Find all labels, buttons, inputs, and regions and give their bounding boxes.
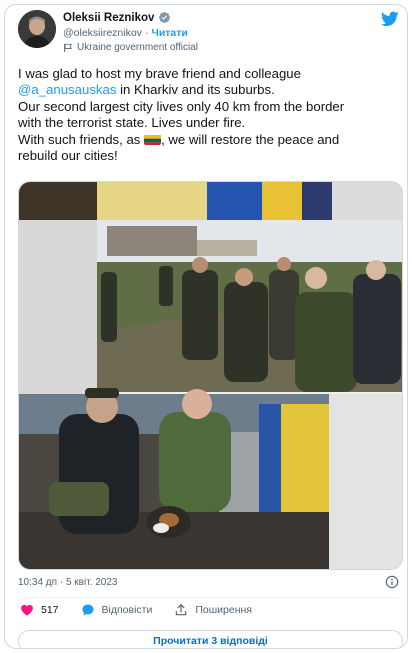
author-avatar[interactable]	[18, 10, 56, 48]
reply-label: Відповісти	[101, 604, 153, 616]
lithuania-flag-icon	[144, 134, 162, 145]
government-flag-icon	[64, 43, 73, 52]
tweet-line: With such friends, as , we will restore …	[18, 131, 340, 147]
action-bar: 517 Відповісти Поширення	[20, 603, 274, 617]
tweet-line: I was glad to host my brave friend and c…	[18, 66, 301, 81]
affiliation-label: Ukraine government official	[77, 42, 198, 53]
tweet-photo[interactable]	[18, 181, 403, 570]
like-button[interactable]: 517	[20, 603, 59, 617]
share-button[interactable]: Поширення	[174, 603, 252, 617]
reply-button[interactable]: Відповісти	[81, 603, 153, 617]
tweet-line: @a_anusauskas in Kharkiv and its suburbs…	[18, 82, 275, 98]
author-display-name[interactable]: Oleksii Reznikov	[63, 12, 154, 24]
author-handle[interactable]: @oleksiireznikov	[63, 27, 142, 39]
read-replies-button[interactable]: Прочитати 3 відповіді	[18, 630, 403, 648]
share-label: Поширення	[195, 604, 252, 616]
share-icon	[176, 603, 187, 616]
tweet-timestamp[interactable]: 10:34 дп · 5 квіт. 2023	[18, 577, 117, 588]
tweet-card[interactable]: Oleksii Reznikov @oleksiireznikov · Чита…	[4, 4, 408, 649]
like-count: 517	[41, 604, 59, 616]
follow-button[interactable]: Читати	[151, 27, 187, 39]
heart-icon	[21, 604, 33, 616]
mention-link[interactable]: @a_anusauskas	[18, 82, 116, 97]
tweet-line: Our second largest city lives only 40 km…	[18, 98, 345, 114]
info-icon[interactable]	[385, 575, 399, 589]
tweet-body: I was glad to host my brave friend and c…	[18, 66, 403, 164]
reply-bubble-icon	[81, 604, 94, 616]
verified-badge-icon	[159, 11, 171, 24]
footer-divider	[18, 597, 399, 598]
tweet-line: rebuild our cities!	[18, 148, 118, 164]
handle-separator: ·	[144, 27, 149, 39]
tweet-line: with the terrorist state. Lives under fi…	[18, 115, 246, 131]
twitter-bird-icon[interactable]	[381, 11, 399, 27]
